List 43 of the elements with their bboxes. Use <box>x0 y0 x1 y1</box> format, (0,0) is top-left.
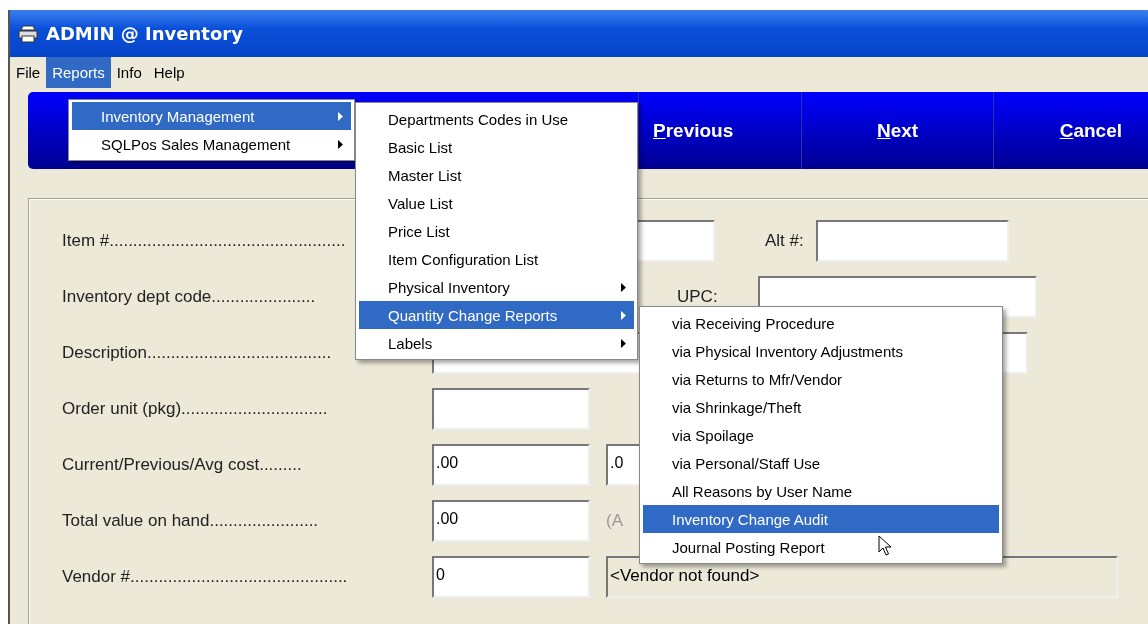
menu-item[interactable]: via Personal/Staff Use <box>643 449 999 477</box>
input-field[interactable]: .00 <box>432 444 590 486</box>
input-field[interactable]: .00 <box>432 500 590 542</box>
window-title: ADMIN @ Inventory <box>46 23 243 44</box>
menu-item[interactable]: Item Configuration List <box>359 245 634 273</box>
field-label: Description....................................... <box>62 343 332 362</box>
menu-item[interactable]: Quantity Change Reports <box>359 301 634 329</box>
menu-item[interactable]: Help <box>147 57 191 88</box>
menu-item[interactable]: Departments Codes in Use <box>359 105 634 133</box>
menu-item[interactable]: Value List <box>359 189 634 217</box>
menu-item[interactable]: Physical Inventory <box>359 273 634 301</box>
menu-item[interactable]: via Returns to Mfr/Vendor <box>643 365 999 393</box>
field-label: Inventory dept code...................... <box>62 287 316 306</box>
menu-item[interactable]: via Physical Inventory Adjustments <box>643 337 999 365</box>
field-label: Item #.................................................. <box>62 231 346 250</box>
menu-item[interactable]: Reports <box>46 57 111 88</box>
field-label: Vendor #.............................................. <box>62 567 348 586</box>
menu-item[interactable]: All Reasons by User Name <box>643 477 999 505</box>
menu-item[interactable]: via Shrinkage/Theft <box>643 393 999 421</box>
input-field[interactable]: 0 <box>432 556 590 598</box>
field-label: Order unit (pkg)............................... <box>62 399 328 418</box>
printer-icon <box>18 24 38 43</box>
menu-item[interactable]: Info <box>110 57 148 88</box>
menu-item[interactable]: Price List <box>359 217 634 245</box>
menu-item[interactable]: File <box>10 57 47 88</box>
cursor-icon <box>878 535 892 557</box>
menu-item[interactable]: via Spoilage <box>643 421 999 449</box>
toolbar-button[interactable]: Next <box>801 92 993 169</box>
menu-item[interactable]: Inventory Management <box>72 102 351 130</box>
input-field[interactable] <box>432 388 590 430</box>
menu-item[interactable]: Inventory Change Audit <box>643 505 999 533</box>
field-label: Alt #: <box>765 231 804 251</box>
menu-item[interactable]: Basic List <box>359 133 634 161</box>
menu-item[interactable]: Labels <box>359 329 634 357</box>
input-field[interactable] <box>815 220 1009 262</box>
field-label: UPC: <box>677 287 718 307</box>
hint-text: (A <box>606 511 623 531</box>
menu-item[interactable]: Master List <box>359 161 634 189</box>
toolbar-button[interactable]: Cancel <box>993 92 1148 169</box>
field-label: Current/Previous/Avg cost......... <box>62 455 302 474</box>
menu-item[interactable]: via Receiving Procedure <box>643 309 999 337</box>
field-label: Total value on hand....................... <box>62 511 319 530</box>
menu-item[interactable]: SQLPos Sales Management <box>72 130 351 158</box>
